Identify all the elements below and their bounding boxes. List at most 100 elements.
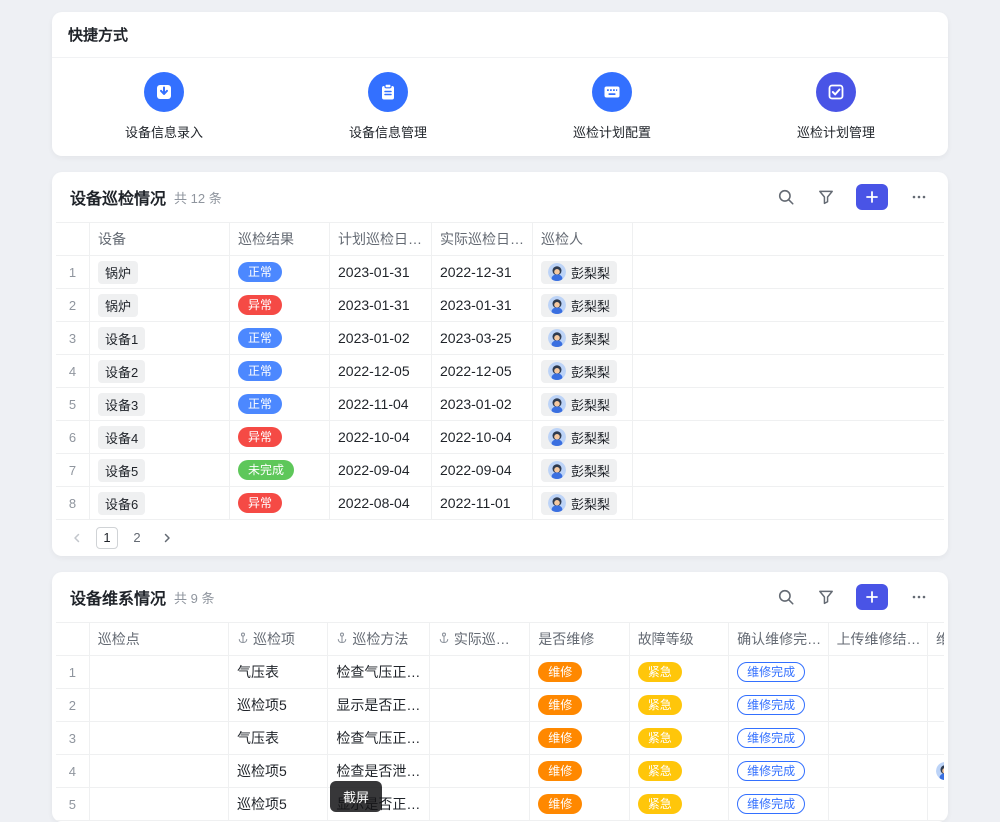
confirm-cell[interactable]: 维修完成 xyxy=(729,689,828,721)
table-row[interactable]: 1 气压表 检查气压正… 维修 紧急 维修完成 xyxy=(56,656,944,689)
actual-date-cell[interactable]: 2022-11-01 xyxy=(432,487,533,519)
actual-date-cell[interactable]: 2023-01-31 xyxy=(432,289,533,321)
search-icon[interactable] xyxy=(776,187,796,207)
extra-cell[interactable] xyxy=(928,755,944,787)
inspector-cell[interactable]: 彭梨梨 xyxy=(533,355,633,387)
plan-date-cell[interactable]: 2023-01-31 xyxy=(330,256,432,288)
method-cell[interactable]: 检查气压正… xyxy=(328,656,429,688)
result-cell[interactable]: 异常 xyxy=(230,421,330,453)
repair-cell[interactable]: 维修 xyxy=(530,656,629,688)
table-row[interactable]: 1 锅炉 正常 2023-01-31 2022-12-31 彭梨梨 xyxy=(56,256,944,289)
device-cell[interactable]: 锅炉 xyxy=(90,289,230,321)
device-cell[interactable]: 锅炉 xyxy=(90,256,230,288)
shortcut-device-entry[interactable]: 设备信息录入 xyxy=(52,72,276,141)
add-record-button[interactable] xyxy=(856,584,888,610)
method-cell[interactable]: 显示是否正… xyxy=(328,689,429,721)
plan-date-cell[interactable]: 2022-08-04 xyxy=(330,487,432,519)
level-cell[interactable]: 紧急 xyxy=(630,689,729,721)
extra-cell[interactable] xyxy=(928,788,944,820)
device-cell[interactable]: 设备3 xyxy=(90,388,230,420)
level-cell[interactable]: 紧急 xyxy=(630,656,729,688)
result-cell[interactable]: 异常 xyxy=(230,289,330,321)
repair-cell[interactable]: 维修 xyxy=(530,788,629,820)
confirm-cell[interactable]: 维修完成 xyxy=(729,722,828,754)
point-cell[interactable] xyxy=(90,722,229,754)
method-cell[interactable]: 检查气压正… xyxy=(328,722,429,754)
upload-cell[interactable] xyxy=(829,656,928,688)
repair-cell[interactable]: 维修 xyxy=(530,722,629,754)
point-cell[interactable] xyxy=(90,689,229,721)
inspector-cell[interactable]: 彭梨梨 xyxy=(533,256,633,288)
result-cell[interactable]: 正常 xyxy=(230,388,330,420)
table-row[interactable]: 3 设备1 正常 2023-01-02 2023-03-25 彭梨梨 xyxy=(56,322,944,355)
search-icon[interactable] xyxy=(776,587,796,607)
table-row[interactable]: 4 巡检项5 检查是否泄… 维修 紧急 维修完成 xyxy=(56,755,944,788)
plan-date-cell[interactable]: 2022-10-04 xyxy=(330,421,432,453)
add-record-button[interactable] xyxy=(856,184,888,210)
pagination-next-icon[interactable] xyxy=(156,527,178,549)
actual-date-cell[interactable]: 2023-01-02 xyxy=(432,388,533,420)
table-row[interactable]: 5 巡检项5 显示是否正… 维修 紧急 维修完成 xyxy=(56,788,944,821)
device-cell[interactable]: 设备2 xyxy=(90,355,230,387)
table-row[interactable]: 5 设备3 正常 2022-11-04 2023-01-02 彭梨梨 xyxy=(56,388,944,421)
result-cell[interactable]: 正常 xyxy=(230,322,330,354)
table-row[interactable]: 3 气压表 检查气压正… 维修 紧急 维修完成 xyxy=(56,722,944,755)
actual-date-cell[interactable]: 2022-12-05 xyxy=(432,355,533,387)
actual-cell[interactable] xyxy=(430,656,530,688)
actual-cell[interactable] xyxy=(430,755,530,787)
level-cell[interactable]: 紧急 xyxy=(630,722,729,754)
inspector-cell[interactable]: 彭梨梨 xyxy=(533,388,633,420)
item-cell[interactable]: 气压表 xyxy=(229,656,328,688)
point-cell[interactable] xyxy=(90,788,229,820)
plan-date-cell[interactable]: 2022-12-05 xyxy=(330,355,432,387)
plan-date-cell[interactable]: 2022-09-04 xyxy=(330,454,432,486)
upload-cell[interactable] xyxy=(829,722,928,754)
result-cell[interactable]: 异常 xyxy=(230,487,330,519)
upload-cell[interactable] xyxy=(829,755,928,787)
table-row[interactable]: 4 设备2 正常 2022-12-05 2022-12-05 彭梨梨 xyxy=(56,355,944,388)
plan-date-cell[interactable]: 2023-01-02 xyxy=(330,322,432,354)
more-icon[interactable] xyxy=(908,587,930,607)
inspector-cell[interactable]: 彭梨梨 xyxy=(533,421,633,453)
item-cell[interactable]: 巡检项5 xyxy=(229,755,328,787)
inspector-cell[interactable]: 彭梨梨 xyxy=(533,289,633,321)
more-icon[interactable] xyxy=(908,187,930,207)
plan-date-cell[interactable]: 2022-11-04 xyxy=(330,388,432,420)
inspector-cell[interactable]: 彭梨梨 xyxy=(533,487,633,519)
repair-cell[interactable]: 维修 xyxy=(530,755,629,787)
device-cell[interactable]: 设备6 xyxy=(90,487,230,519)
device-cell[interactable]: 设备1 xyxy=(90,322,230,354)
result-cell[interactable]: 正常 xyxy=(230,256,330,288)
table-row[interactable]: 2 锅炉 异常 2023-01-31 2023-01-31 彭梨梨 xyxy=(56,289,944,322)
level-cell[interactable]: 紧急 xyxy=(630,755,729,787)
pagination-page-1[interactable]: 1 xyxy=(96,527,118,549)
point-cell[interactable] xyxy=(90,656,229,688)
result-cell[interactable]: 未完成 xyxy=(230,454,330,486)
device-cell[interactable]: 设备4 xyxy=(90,421,230,453)
upload-cell[interactable] xyxy=(829,788,928,820)
actual-date-cell[interactable]: 2022-12-31 xyxy=(432,256,533,288)
actual-cell[interactable] xyxy=(430,788,530,820)
shortcut-plan-config[interactable]: 巡检计划配置 xyxy=(500,72,724,141)
extra-cell[interactable] xyxy=(928,656,944,688)
shortcut-plan-manage[interactable]: 巡检计划管理 xyxy=(724,72,948,141)
shortcut-device-manage[interactable]: 设备信息管理 xyxy=(276,72,500,141)
repair-cell[interactable]: 维修 xyxy=(530,689,629,721)
filter-icon[interactable] xyxy=(816,187,836,207)
table-row[interactable]: 8 设备6 异常 2022-08-04 2022-11-01 彭梨梨 xyxy=(56,487,944,520)
extra-cell[interactable] xyxy=(928,689,944,721)
actual-date-cell[interactable]: 2022-10-04 xyxy=(432,421,533,453)
inspector-cell[interactable]: 彭梨梨 xyxy=(533,454,633,486)
level-cell[interactable]: 紧急 xyxy=(630,788,729,820)
extra-cell[interactable] xyxy=(928,722,944,754)
pagination-prev-icon[interactable] xyxy=(66,527,88,549)
table-row[interactable]: 7 设备5 未完成 2022-09-04 2022-09-04 彭梨梨 xyxy=(56,454,944,487)
confirm-cell[interactable]: 维修完成 xyxy=(729,755,828,787)
actual-cell[interactable] xyxy=(430,722,530,754)
actual-cell[interactable] xyxy=(430,689,530,721)
table-row[interactable]: 6 设备4 异常 2022-10-04 2022-10-04 彭梨梨 xyxy=(56,421,944,454)
table-row[interactable]: 2 巡检项5 显示是否正… 维修 紧急 维修完成 xyxy=(56,689,944,722)
device-cell[interactable]: 设备5 xyxy=(90,454,230,486)
confirm-cell[interactable]: 维修完成 xyxy=(729,656,828,688)
result-cell[interactable]: 正常 xyxy=(230,355,330,387)
